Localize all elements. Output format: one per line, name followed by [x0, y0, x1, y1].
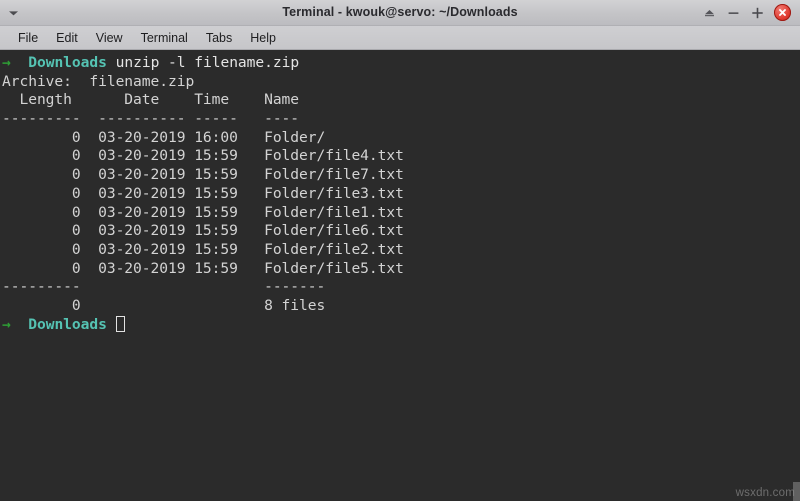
terminal-prompt-line-current: → Downloads: [2, 315, 800, 335]
chevron-down-icon[interactable]: [0, 0, 26, 25]
menu-item-terminal[interactable]: Terminal: [132, 27, 197, 49]
prompt-cwd: Downloads: [28, 54, 107, 71]
terminal-output-line: 0 03-20-2019 15:59 Folder/file1.txt: [2, 203, 404, 221]
terminal-window: Terminal - kwouk@servo: ~/Downloads File…: [0, 0, 800, 501]
menu-item-tabs[interactable]: Tabs: [197, 27, 241, 49]
menu-item-file[interactable]: File: [9, 27, 47, 49]
close-icon[interactable]: [774, 4, 791, 21]
terminal-output-line: Archive: filename.zip: [2, 72, 195, 90]
menu-item-view[interactable]: View: [87, 27, 132, 49]
terminal-output-footer-separator: --------- -------: [2, 278, 326, 296]
maximize-plus-icon[interactable]: [750, 5, 765, 20]
terminal-screen[interactable]: → Downloads unzip -l filename.zip Archiv…: [0, 50, 800, 501]
prompt-cwd: Downloads: [28, 315, 107, 333]
shade-window-icon[interactable]: [702, 5, 717, 20]
terminal-output-line: 0 03-20-2019 15:59 Folder/file3.txt: [2, 184, 404, 202]
menu-item-help[interactable]: Help: [241, 27, 285, 49]
terminal-prompt-line: → Downloads unzip -l filename.zip: [2, 54, 800, 73]
terminal-output-line: 0 03-20-2019 15:59 Folder/file6.txt: [2, 222, 404, 240]
window-title: Terminal - kwouk@servo: ~/Downloads: [282, 5, 518, 19]
terminal-output-line: 0 03-20-2019 15:59 Folder/file5.txt: [2, 259, 404, 277]
terminal-output-line: 0 03-20-2019 15:59 Folder/file7.txt: [2, 166, 404, 184]
terminal-output-separator: --------- ---------- ----- ----: [2, 110, 300, 128]
prompt-gap: [11, 54, 28, 71]
terminal-output-footer-total: 0 8 files: [2, 296, 326, 314]
prompt-arrow-icon: →: [2, 54, 11, 71]
terminal-output-line: 0 03-20-2019 15:59 Folder/file2.txt: [2, 240, 404, 258]
watermark-text: wsxdn.com: [735, 487, 795, 499]
watermark-bar: [793, 482, 800, 501]
window-controls: [702, 4, 800, 21]
prompt-gap: [11, 316, 28, 333]
title-bar[interactable]: Terminal - kwouk@servo: ~/Downloads: [0, 0, 800, 26]
minimize-icon[interactable]: [726, 5, 741, 20]
prompt-arrow-icon: →: [2, 315, 11, 333]
terminal-output-line: 0 03-20-2019 16:00 Folder/: [2, 128, 326, 146]
terminal-output-header: Length Date Time Name: [2, 91, 300, 109]
menu-bar: File Edit View Terminal Tabs Help: [0, 26, 800, 50]
menu-item-edit[interactable]: Edit: [47, 27, 87, 49]
terminal-output-line: 0 03-20-2019 15:59 Folder/file4.txt: [2, 147, 404, 165]
text-cursor[interactable]: [115, 315, 125, 332]
terminal-command: unzip -l filename.zip: [115, 54, 300, 71]
